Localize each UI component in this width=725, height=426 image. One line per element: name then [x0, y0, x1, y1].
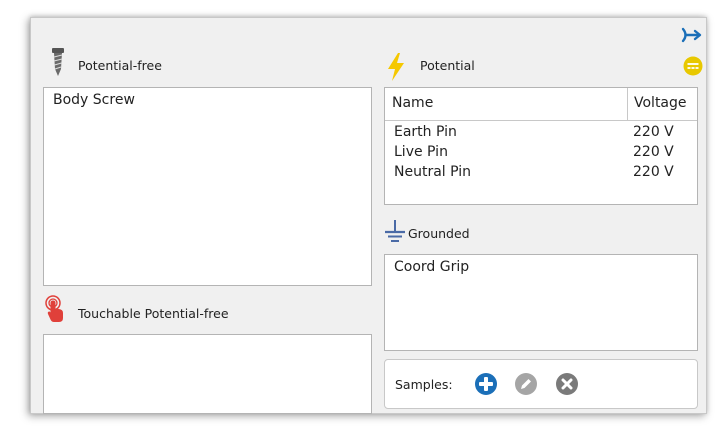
electrical-classification-panel: Potential-free Body Screw Touchable Pote…	[30, 17, 707, 414]
remove-sample-button[interactable]	[556, 373, 578, 395]
list-item[interactable]: Body Screw	[53, 92, 135, 108]
grounded-title: Grounded	[408, 226, 470, 241]
column-voltage-header[interactable]: Voltage	[634, 95, 687, 111]
potential-table[interactable]: Name Voltage Earth Pin 220 V Live Pin 22…	[384, 87, 698, 205]
touchable-title: Touchable Potential-free	[78, 306, 229, 321]
row-voltage: 220 V	[633, 124, 674, 140]
screw-icon	[51, 47, 65, 77]
plus-icon	[475, 373, 497, 395]
column-divider[interactable]	[627, 88, 628, 120]
row-voltage: 220 V	[633, 164, 674, 180]
table-row[interactable]: Live Pin 220 V	[385, 143, 697, 163]
row-name: Earth Pin	[394, 124, 457, 140]
list-item[interactable]: Coord Grip	[394, 259, 469, 275]
column-name-header[interactable]: Name	[392, 95, 433, 111]
ground-icon	[384, 219, 406, 243]
row-name: Neutral Pin	[394, 164, 472, 180]
lightning-icon	[387, 53, 405, 81]
touchable-list[interactable]	[43, 334, 372, 414]
touch-icon	[44, 295, 66, 323]
grounded-list[interactable]: Coord Grip	[384, 254, 698, 351]
pencil-icon	[515, 373, 537, 395]
potential-title: Potential	[420, 58, 475, 73]
table-header: Name Voltage	[385, 88, 697, 121]
potential-free-list[interactable]: Body Screw	[43, 87, 372, 286]
row-voltage: 220 V	[633, 144, 674, 160]
potential-free-title: Potential-free	[78, 58, 162, 73]
close-icon	[556, 373, 578, 395]
row-name: Live Pin	[394, 144, 448, 160]
table-row[interactable]: Earth Pin 220 V	[385, 123, 697, 143]
dc-icon[interactable]	[683, 56, 703, 76]
connector-icon[interactable]	[681, 26, 705, 44]
edit-sample-button[interactable]	[515, 373, 537, 395]
samples-label: Samples:	[395, 377, 453, 392]
table-row[interactable]: Neutral Pin 220 V	[385, 163, 697, 183]
add-sample-button[interactable]	[475, 373, 497, 395]
samples-toolbar: Samples:	[384, 359, 698, 409]
